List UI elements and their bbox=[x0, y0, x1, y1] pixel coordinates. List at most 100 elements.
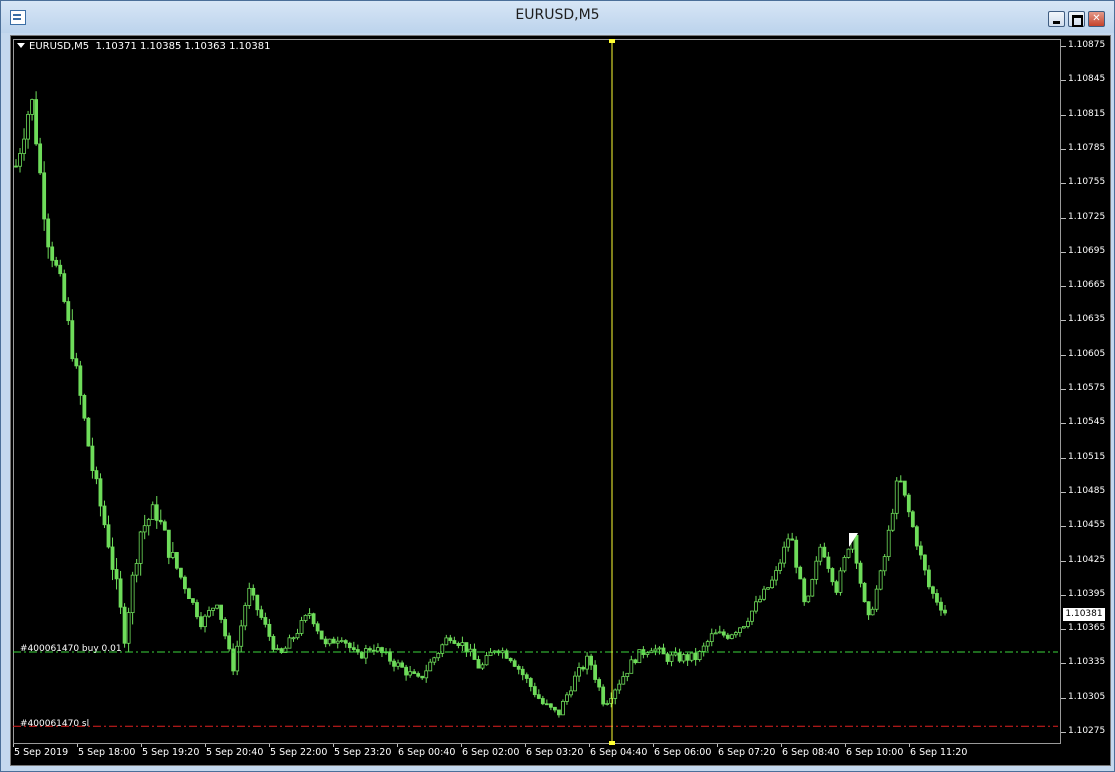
candle-body bbox=[150, 504, 155, 520]
price-tick-label: 1.10605 bbox=[1068, 348, 1106, 359]
candle-body bbox=[750, 610, 754, 622]
candle-body bbox=[746, 620, 750, 627]
candle-body bbox=[303, 614, 308, 621]
candle-body bbox=[709, 633, 714, 643]
title-bar[interactable]: EURUSD,M5 ✕ bbox=[1, 1, 1114, 33]
candle-body bbox=[737, 627, 742, 633]
candle-body bbox=[822, 546, 827, 558]
price-tick-label: 1.10635 bbox=[1068, 314, 1106, 325]
price-tick-label: 1.10845 bbox=[1068, 74, 1106, 85]
candle-body bbox=[701, 645, 706, 652]
price-tick-label: 1.10665 bbox=[1068, 280, 1106, 291]
candle-body bbox=[162, 521, 167, 531]
candle-body bbox=[343, 640, 348, 644]
time-tick-label: 5 Sep 19:20 bbox=[142, 747, 200, 758]
price-tick bbox=[1061, 732, 1066, 733]
minimize-button[interactable] bbox=[1048, 11, 1065, 27]
candle-body bbox=[794, 539, 799, 568]
candle-body bbox=[50, 246, 55, 261]
order-line-label: #400061470 buy 0.01 bbox=[20, 644, 122, 654]
candle-body bbox=[227, 635, 232, 650]
candle-body bbox=[178, 567, 183, 578]
candle-body bbox=[203, 615, 207, 628]
candle-body bbox=[918, 545, 923, 556]
vertical-line-handle[interactable] bbox=[609, 39, 615, 43]
price-tick bbox=[1061, 46, 1066, 47]
candle-body bbox=[311, 613, 316, 625]
candle-body bbox=[299, 620, 304, 634]
price-tick bbox=[1061, 183, 1066, 185]
candle-body bbox=[138, 531, 143, 564]
price-tick bbox=[1061, 491, 1066, 493]
candle-body bbox=[758, 598, 762, 603]
candle-body bbox=[862, 582, 867, 603]
candle-body bbox=[922, 554, 927, 571]
chart-menu-triangle-icon[interactable] bbox=[17, 43, 25, 48]
candle-body bbox=[488, 651, 493, 656]
candle-body bbox=[94, 470, 99, 480]
candle-body bbox=[468, 648, 473, 653]
candle-body bbox=[673, 652, 678, 656]
candle-body bbox=[74, 358, 79, 367]
maximize-button[interactable] bbox=[1068, 11, 1085, 27]
candle-body bbox=[524, 674, 529, 679]
candle-body bbox=[898, 480, 903, 483]
price-tick bbox=[1061, 286, 1066, 288]
candle-body bbox=[693, 652, 698, 660]
candle-body bbox=[66, 301, 71, 322]
candle-body bbox=[621, 676, 626, 685]
candle-body bbox=[118, 578, 123, 608]
candle-body bbox=[275, 648, 280, 651]
candle-body bbox=[818, 546, 823, 562]
time-tick-label: 6 Sep 00:40 bbox=[398, 747, 456, 758]
candle-body bbox=[697, 651, 702, 660]
candle-body bbox=[657, 647, 662, 650]
candle-body bbox=[770, 579, 774, 589]
candle-body bbox=[766, 587, 770, 590]
candle-body bbox=[931, 586, 935, 594]
price-tick-label: 1.10545 bbox=[1068, 417, 1106, 428]
candle-body bbox=[597, 679, 602, 688]
candle-body bbox=[456, 643, 461, 646]
candle-body bbox=[528, 678, 533, 687]
candle-body bbox=[319, 630, 324, 640]
price-tick-label: 1.10455 bbox=[1068, 520, 1106, 531]
price-tick-label: 1.10695 bbox=[1068, 245, 1106, 256]
candle-body bbox=[235, 645, 240, 672]
candle-body bbox=[30, 99, 34, 115]
candle-body bbox=[838, 570, 843, 593]
candle-body bbox=[428, 661, 433, 672]
price-tick bbox=[1061, 80, 1066, 82]
candle-body bbox=[886, 529, 891, 558]
candle-body bbox=[878, 570, 883, 590]
candle-body bbox=[195, 602, 199, 618]
mouse-cursor-icon bbox=[849, 533, 858, 547]
price-tick bbox=[1061, 217, 1066, 219]
candle-body bbox=[58, 264, 63, 275]
candle-body bbox=[585, 655, 589, 670]
vertical-line-handle[interactable] bbox=[609, 741, 615, 745]
candle-body bbox=[633, 659, 638, 664]
candle-body bbox=[187, 588, 191, 600]
candle-body bbox=[480, 664, 485, 669]
candle-body bbox=[211, 607, 215, 611]
candle-body bbox=[778, 562, 783, 571]
candle-body bbox=[476, 659, 481, 669]
close-button[interactable]: ✕ bbox=[1088, 11, 1105, 27]
time-tick-label: 6 Sep 02:00 bbox=[462, 747, 520, 758]
candle-body bbox=[404, 666, 408, 676]
candle-body bbox=[34, 99, 39, 145]
candle-body bbox=[154, 504, 159, 521]
candle-body bbox=[665, 653, 670, 662]
symbol-label: EURUSD,M5 bbox=[29, 41, 90, 52]
candle-body bbox=[927, 569, 931, 588]
price-chart[interactable]: EURUSD,M5 1.10371 1.10385 1.10363 1.1038… bbox=[10, 35, 1111, 766]
candle-body bbox=[82, 395, 87, 419]
candle-body bbox=[351, 647, 356, 650]
time-tick-label: 5 Sep 2019 bbox=[14, 747, 69, 758]
candle-body bbox=[46, 218, 51, 248]
candle-body bbox=[553, 706, 557, 711]
price-tick bbox=[1061, 251, 1066, 253]
candle-body bbox=[331, 638, 336, 644]
price-tick bbox=[1061, 526, 1066, 528]
